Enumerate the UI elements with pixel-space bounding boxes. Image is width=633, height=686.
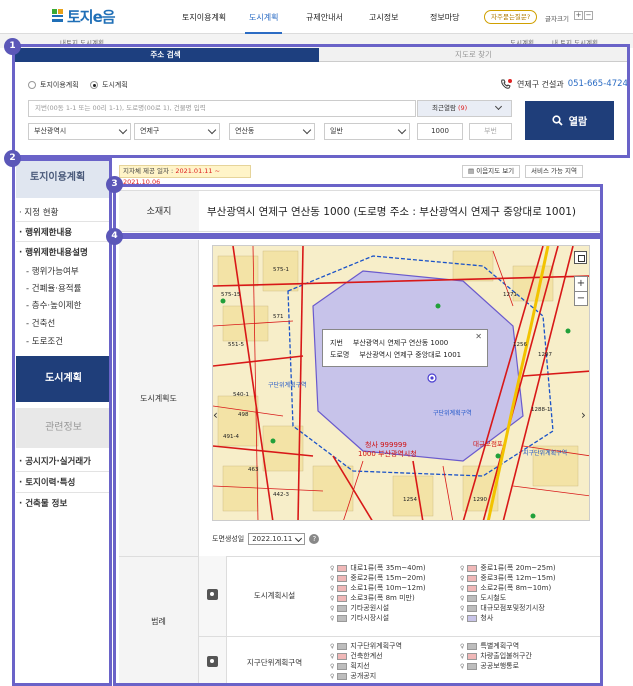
provider-date-notice: 지자체 제공 일자 : 2021.01.11 ~ 2021.10.06 — [119, 165, 251, 186]
service-area-button[interactable]: 서비스 가능 지역 — [525, 165, 583, 178]
nav-notice-info[interactable]: 고시정보 — [369, 12, 398, 23]
font-increase-button[interactable]: + — [574, 11, 583, 20]
nav-regulation-guide[interactable]: 규제안내서 — [306, 12, 343, 23]
nav-info-plaza[interactable]: 정보마당 — [430, 12, 459, 23]
logo-mark-icon — [52, 9, 64, 23]
document-icon: ▤ — [468, 167, 477, 175]
font-size-label: 글자크기 — [545, 15, 569, 23]
highlight-box-search — [12, 44, 630, 158]
view-eum-map-button[interactable]: ▤ 이음지도 보기 — [462, 165, 521, 178]
marker-badge-3: 3 — [106, 176, 123, 193]
nav-land-use[interactable]: 토지이용계획 — [182, 12, 226, 23]
faq-button[interactable]: 자주묻는질문? — [484, 10, 538, 24]
logo-text: 토지e음 — [67, 7, 116, 26]
font-decrease-button[interactable]: − — [584, 11, 593, 20]
highlight-box-location — [113, 184, 603, 236]
highlight-box-map — [113, 236, 603, 686]
nav-urban-plan[interactable]: 도시계획 — [244, 12, 283, 34]
site-logo[interactable]: 토지e음 — [52, 6, 116, 26]
date-label: 지자체 제공 일자 : — [123, 167, 176, 175]
highlight-box-sidebar — [12, 158, 112, 686]
marker-badge-2: 2 — [4, 150, 21, 167]
button-label: 이음지도 보기 — [476, 167, 515, 175]
marker-badge-1: 1 — [4, 38, 21, 55]
marker-badge-4: 4 — [106, 228, 123, 245]
top-navigation-bar: 토지e음 토지이용계획 도시계획 규제안내서 고시정보 정보마당 자주묻는질문?… — [0, 0, 633, 34]
